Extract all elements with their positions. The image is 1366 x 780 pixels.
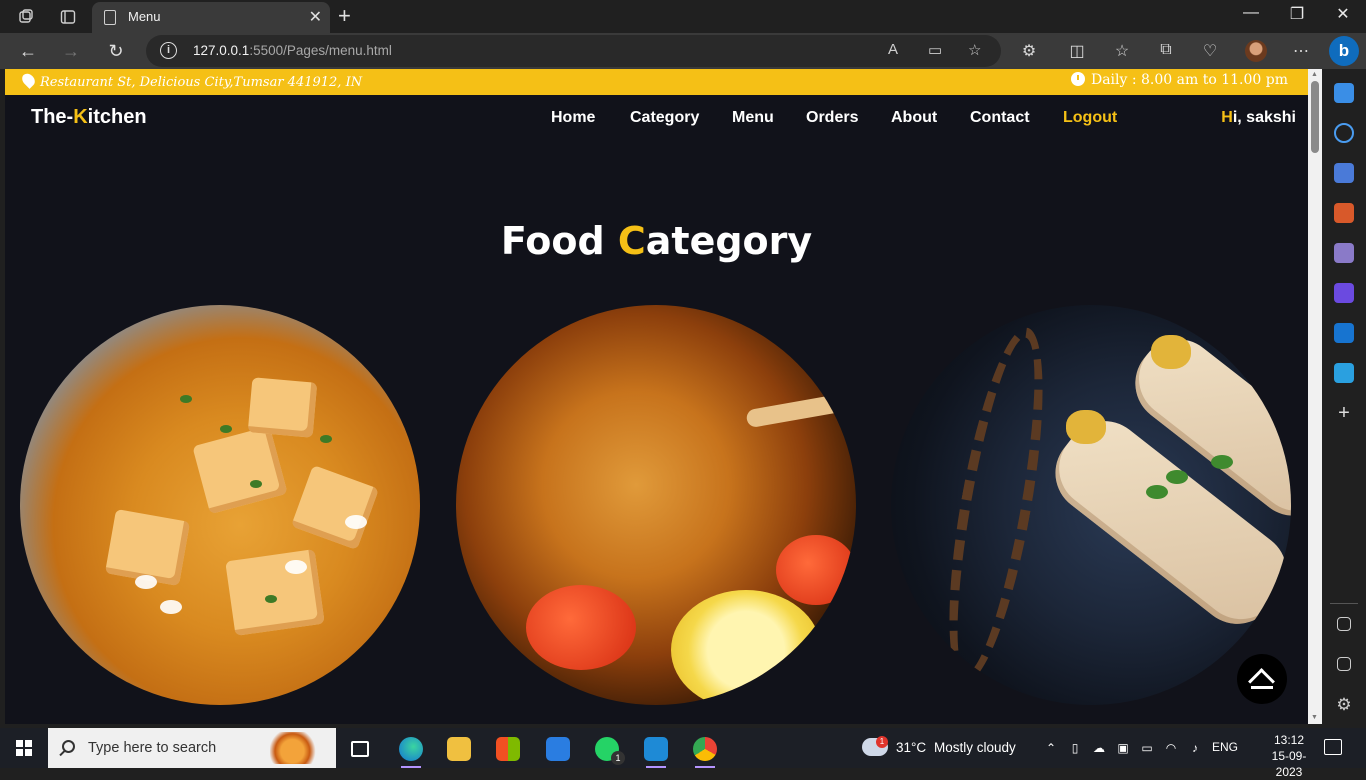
- weather-alert-badge: 1: [876, 736, 888, 748]
- close-window-icon[interactable]: ✕: [1320, 4, 1366, 24]
- clock-icon: [1070, 72, 1085, 86]
- clock-time: 13:12: [1273, 733, 1305, 747]
- games-icon[interactable]: [1334, 243, 1354, 263]
- search-glass-icon: [62, 740, 75, 753]
- scroll-down-arrow-icon[interactable]: ▼: [1311, 714, 1318, 721]
- search-highlight-icon[interactable]: [270, 732, 326, 764]
- whatsapp-icon[interactable]: 1: [587, 733, 627, 765]
- page-icon: [104, 10, 116, 25]
- nav-home[interactable]: Home: [551, 109, 595, 127]
- shopping-icon[interactable]: [1334, 163, 1354, 183]
- site-logo[interactable]: The-Kitchen: [31, 106, 147, 129]
- copilot-icon[interactable]: b: [1329, 36, 1359, 66]
- nav-category[interactable]: Category: [630, 109, 699, 127]
- browser-essentials-icon[interactable]: ♡: [1199, 41, 1221, 61]
- more-options-icon[interactable]: ⋯: [1290, 41, 1312, 61]
- weather-description[interactable]: Mostly cloudy: [934, 740, 1016, 755]
- nav-about[interactable]: About: [891, 109, 937, 127]
- favorites-icon[interactable]: ☆: [1111, 41, 1133, 61]
- search-placeholder: Type here to search: [88, 740, 217, 756]
- extensions-icon[interactable]: ⚙: [1018, 41, 1040, 61]
- nav-menu[interactable]: Menu: [732, 109, 774, 127]
- scrollbar-thumb[interactable]: [1311, 81, 1319, 153]
- active-tab[interactable]: Menu ✕: [92, 2, 330, 33]
- mail-icon[interactable]: [538, 733, 578, 765]
- taskbar-clock[interactable]: 13:12 15-09-2023: [1266, 732, 1312, 780]
- scroll-up-arrow-icon[interactable]: ▲: [1311, 71, 1318, 78]
- browser-tab-bar: Menu ✕ + — ❐ ✕: [0, 0, 1366, 33]
- address-bar[interactable]: i 127.0.0.1:5500/Pages/menu.html A ▭ ☆: [146, 35, 1001, 67]
- store-icon[interactable]: [488, 733, 528, 765]
- add-icon[interactable]: +: [1334, 403, 1354, 423]
- clock-date: 15-09-2023: [1271, 749, 1307, 779]
- back-to-top-button[interactable]: [1237, 654, 1287, 704]
- nav-logout[interactable]: Logout: [1063, 109, 1117, 127]
- whatsapp-badge: 1: [611, 751, 625, 765]
- site-navigation: The-Kitchen Home Category Menu Orders Ab…: [5, 95, 1308, 139]
- outlook-icon[interactable]: [1334, 323, 1354, 343]
- settings-gear-icon[interactable]: ⚙: [1334, 695, 1354, 715]
- tab-actions-icon[interactable]: [57, 6, 79, 28]
- section-title: Food Category: [500, 219, 813, 263]
- back-icon[interactable]: ←: [16, 39, 40, 63]
- task-view-icon[interactable]: [340, 733, 380, 765]
- wifi-icon[interactable]: ◠: [1164, 741, 1178, 755]
- site-info-icon[interactable]: i: [160, 42, 177, 59]
- nav-contact[interactable]: Contact: [970, 109, 1030, 127]
- hide-sidebar-icon[interactable]: [1337, 617, 1351, 631]
- new-tab-icon[interactable]: +: [338, 3, 351, 29]
- minimize-icon[interactable]: —: [1228, 4, 1274, 22]
- sidebar-divider: [1330, 603, 1358, 604]
- microsoft-365-icon[interactable]: [1334, 283, 1354, 303]
- windows-start-icon[interactable]: [16, 740, 32, 756]
- tab-title: Menu: [128, 9, 161, 24]
- open-external-icon[interactable]: [1337, 657, 1351, 671]
- info-bar: Restaurant St, Delicious City,Tumsar 441…: [5, 69, 1308, 95]
- page-viewport: Restaurant St, Delicious City,Tumsar 441…: [5, 69, 1308, 724]
- meet-now-icon[interactable]: ▣: [1116, 741, 1130, 755]
- restaurant-address: Restaurant St, Delicious City,Tumsar 441…: [19, 71, 362, 90]
- taskbar-search-box[interactable]: Type here to search: [48, 728, 336, 768]
- food-category-image-dosa[interactable]: [891, 305, 1291, 705]
- opening-hours: Daily : 8.00 am to 11.00 pm: [1070, 72, 1288, 88]
- device-icon[interactable]: ▯: [1068, 741, 1082, 755]
- refresh-icon[interactable]: ↻: [104, 39, 128, 63]
- weather-temperature[interactable]: 31°C: [896, 740, 926, 755]
- edge-taskbar-icon[interactable]: [391, 733, 431, 768]
- language-indicator[interactable]: ENG: [1212, 740, 1238, 754]
- nav-orders[interactable]: Orders: [806, 109, 858, 127]
- workspaces-icon[interactable]: [15, 6, 37, 28]
- chrome-icon[interactable]: [685, 733, 725, 768]
- url-text[interactable]: 127.0.0.1:5500/Pages/menu.html: [193, 43, 392, 58]
- battery-icon[interactable]: ▭: [1140, 741, 1154, 755]
- immersive-reader-icon[interactable]: ▭: [928, 41, 942, 59]
- close-tab-icon[interactable]: ✕: [309, 7, 322, 27]
- favorite-star-icon[interactable]: ☆: [968, 41, 981, 59]
- location-pin-icon: [19, 71, 38, 89]
- restore-icon[interactable]: ❐: [1274, 4, 1320, 24]
- edge-sidebar: + ⚙: [1322, 69, 1366, 724]
- notification-center-icon[interactable]: [1324, 739, 1342, 755]
- drop-icon[interactable]: [1334, 363, 1354, 383]
- vscode-icon[interactable]: [636, 733, 676, 768]
- file-explorer-icon[interactable]: [439, 733, 479, 765]
- profile-avatar[interactable]: [1245, 40, 1267, 62]
- collections-icon[interactable]: ⧉: [1155, 41, 1177, 59]
- tools-icon[interactable]: [1334, 203, 1354, 223]
- user-greeting: Hi, sakshi: [1221, 109, 1296, 126]
- read-aloud-icon[interactable]: A: [888, 41, 898, 58]
- split-screen-icon[interactable]: ◫: [1066, 41, 1088, 61]
- show-hidden-icons-chevron-icon[interactable]: ⌃: [1044, 741, 1058, 755]
- windows-taskbar: Type here to search 1 1 31°C Mostly clou…: [0, 728, 1366, 779]
- volume-icon[interactable]: ♪: [1188, 741, 1202, 755]
- forward-icon[interactable]: →: [59, 39, 83, 63]
- page-scrollbar[interactable]: ▲ ▼: [1308, 69, 1322, 724]
- onedrive-cloud-icon[interactable]: ☁: [1092, 741, 1106, 755]
- food-category-image-chicken[interactable]: [456, 305, 856, 705]
- food-category-image-curry[interactable]: [20, 305, 420, 705]
- notifications-icon[interactable]: [1334, 83, 1354, 103]
- search-icon[interactable]: [1334, 123, 1354, 143]
